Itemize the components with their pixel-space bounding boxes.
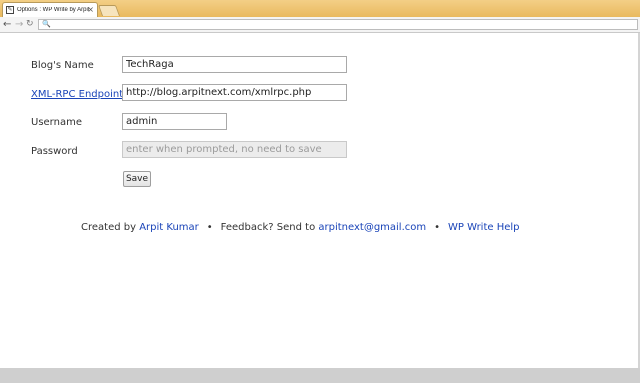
pencil-icon: ✎	[6, 6, 14, 14]
tab-title: Options : WP Write by Arpit	[17, 7, 90, 13]
username-input[interactable]	[122, 113, 227, 130]
reload-icon[interactable]: ↻	[26, 18, 34, 31]
feedback-text: Feedback? Send to	[220, 222, 319, 233]
close-icon[interactable]: ×	[87, 4, 94, 15]
bullet-separator: •	[434, 222, 441, 233]
email-link[interactable]: arpitnext@gmail.com	[318, 222, 426, 233]
tab-strip: ✎ Options : WP Write by Arpit ×	[0, 0, 640, 17]
created-by-text: Created by	[81, 222, 140, 233]
bottom-bar	[0, 368, 640, 383]
author-link[interactable]: Arpit Kumar	[139, 222, 199, 233]
browser-tab[interactable]: ✎ Options : WP Write by Arpit ×	[2, 2, 98, 17]
address-bar[interactable]: 🔍	[38, 19, 638, 30]
back-arrow-icon[interactable]: ←	[3, 18, 11, 31]
password-input	[122, 141, 347, 158]
bullet-separator: •	[206, 222, 213, 233]
new-tab-button[interactable]	[97, 5, 121, 16]
username-label: Username	[31, 117, 82, 128]
blog-name-input[interactable]	[122, 56, 347, 73]
xmlrpc-endpoint-input[interactable]	[122, 84, 347, 101]
search-icon: 🔍	[42, 20, 51, 28]
footer: Created by Arpit Kumar • Feedback? Send to…	[81, 222, 520, 233]
forward-arrow-icon[interactable]: →	[15, 18, 23, 31]
save-button[interactable]: Save	[123, 171, 151, 187]
xmlrpc-endpoint-link[interactable]: XML-RPC Endpoint	[31, 89, 123, 100]
help-link[interactable]: WP Write Help	[448, 222, 519, 233]
password-label: Password	[31, 146, 78, 157]
blog-name-label: Blog's Name	[31, 60, 94, 71]
browser-toolbar: ← → ↻ 🔍	[0, 17, 640, 33]
